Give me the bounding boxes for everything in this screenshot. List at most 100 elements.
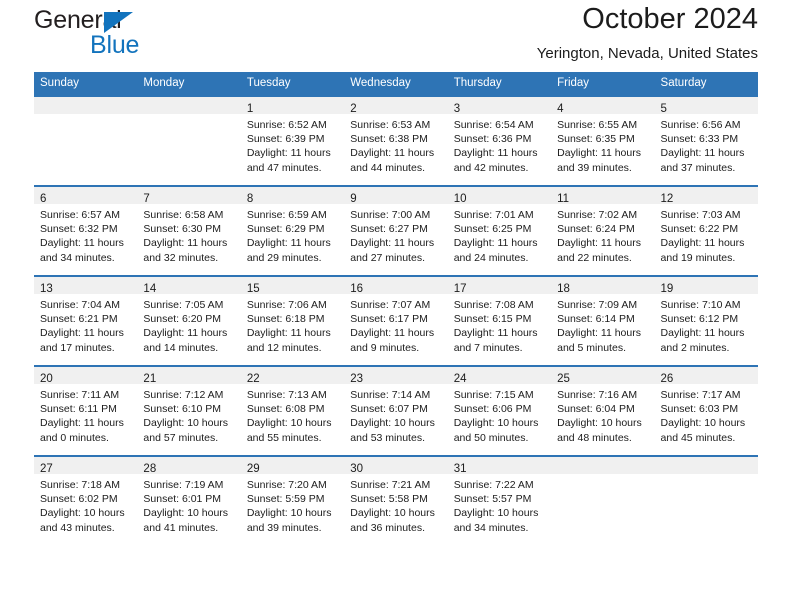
calendar-day-cell[interactable]: 1 Sunrise: 6:52 AM Sunset: 6:39 PM Daylight… xyxy=(240,95,345,186)
sunrise-text: Sunrise: 7:10 AM xyxy=(660,299,741,311)
calendar-day-cell[interactable]: 27 Sunrise: 7:18 AM Sunset: 6:02 PM Dayligh… xyxy=(34,455,138,545)
day-number: 23 xyxy=(350,373,364,385)
weekday-header-friday: Friday xyxy=(551,72,655,96)
sunrise-text: Sunrise: 6:57 AM xyxy=(40,209,120,221)
calendar-day-cell[interactable]: 14 Sunrise: 7:05 AM Sunset: 6:20 PM Dayligh… xyxy=(137,275,241,366)
calendar-day-cell[interactable]: 29 Sunrise: 7:20 AM Sunset: 5:59 PM Dayligh… xyxy=(240,455,345,545)
general-blue-logo[interactable]: General Blue xyxy=(34,8,214,60)
sunrise-text: Sunrise: 7:19 AM xyxy=(143,479,224,491)
day-number: 22 xyxy=(246,373,260,385)
calendar-day-cell[interactable]: 28 Sunrise: 7:19 AM Sunset: 6:01 PM Dayligh… xyxy=(137,455,241,545)
daylight-text: Daylight: 10 hours and 45 minutes. xyxy=(660,417,746,444)
sunrise-text: Sunrise: 7:03 AM xyxy=(660,209,741,221)
calendar-week-row: 13 Sunrise: 7:04 AM Sunset: 6:21 PM Dayligh… xyxy=(34,275,758,366)
sunset-text: Sunset: 6:04 PM xyxy=(557,403,635,416)
day-details: Sunrise: 7:09 AM Sunset: 6:14 PM Daylight:… xyxy=(551,294,654,355)
day-number: 19 xyxy=(660,283,674,295)
sunrise-text: Sunrise: 6:56 AM xyxy=(660,119,741,131)
calendar-day-cell[interactable]: 17 Sunrise: 7:08 AM Sunset: 6:15 PM Dayligh… xyxy=(447,275,552,366)
calendar-day-cell[interactable]: 8 Sunrise: 6:59 AM Sunset: 6:29 PM Daylight… xyxy=(240,185,345,276)
daylight-text: Daylight: 11 hours and 47 minutes. xyxy=(246,147,331,174)
daylight-text: Daylight: 11 hours and 17 minutes. xyxy=(40,327,124,354)
calendar-day-cell[interactable]: 30 Sunrise: 7:21 AM Sunset: 5:58 PM Dayligh… xyxy=(344,455,448,545)
page-header: General Blue October 2024 Yerington, Nev… xyxy=(34,0,758,72)
calendar-day-cell-empty xyxy=(34,95,138,186)
day-number: 10 xyxy=(453,193,467,205)
sunset-text: Sunset: 6:39 PM xyxy=(246,133,325,146)
weekday-header-tuesday: Tuesday xyxy=(240,72,345,96)
day-number-band: 11 xyxy=(551,187,655,205)
calendar-day-cell[interactable]: 23 Sunrise: 7:14 AM Sunset: 6:07 PM Dayligh… xyxy=(344,365,448,456)
sunrise-text: Sunrise: 7:09 AM xyxy=(557,299,638,311)
day-details: Sunrise: 7:04 AM Sunset: 6:21 PM Daylight:… xyxy=(34,294,137,355)
sunset-text: Sunset: 6:30 PM xyxy=(143,223,222,236)
day-number-band: 1 xyxy=(240,97,345,115)
day-details: Sunrise: 7:15 AM Sunset: 6:06 PM Daylight:… xyxy=(448,384,551,445)
day-number: 11 xyxy=(557,193,570,205)
sunset-text: Sunset: 5:58 PM xyxy=(350,493,428,506)
sunrise-text: Sunrise: 7:08 AM xyxy=(453,299,534,311)
calendar-week-row: 20 Sunrise: 7:11 AM Sunset: 6:11 PM Dayligh… xyxy=(34,365,758,456)
day-number-band: 2 xyxy=(344,97,448,115)
page-title: October 2024 xyxy=(582,3,758,35)
calendar-day-cell[interactable]: 16 Sunrise: 7:07 AM Sunset: 6:17 PM Dayligh… xyxy=(344,275,448,366)
sunrise-text: Sunrise: 6:58 AM xyxy=(143,209,224,221)
calendar-day-cell[interactable]: 10 Sunrise: 7:01 AM Sunset: 6:25 PM Dayligh… xyxy=(447,185,552,276)
calendar-day-cell[interactable]: 15 Sunrise: 7:06 AM Sunset: 6:18 PM Dayligh… xyxy=(240,275,345,366)
calendar-day-cell[interactable]: 22 Sunrise: 7:13 AM Sunset: 6:08 PM Dayligh… xyxy=(240,365,345,456)
calendar-day-cell[interactable]: 19 Sunrise: 7:10 AM Sunset: 6:12 PM Dayligh… xyxy=(654,275,758,366)
sunrise-text: Sunrise: 7:04 AM xyxy=(40,299,120,311)
day-number-band: 19 xyxy=(654,277,758,295)
day-number-band: 16 xyxy=(344,277,448,295)
day-details: Sunrise: 6:57 AM Sunset: 6:32 PM Daylight:… xyxy=(34,204,137,265)
day-details: Sunrise: 7:16 AM Sunset: 6:04 PM Daylight:… xyxy=(551,384,654,445)
calendar-day-cell[interactable]: 31 Sunrise: 7:22 AM Sunset: 5:57 PM Dayligh… xyxy=(447,455,552,545)
calendar-day-cell[interactable]: 4 Sunrise: 6:55 AM Sunset: 6:35 PM Daylight… xyxy=(551,95,655,186)
calendar-day-cell[interactable]: 6 Sunrise: 6:57 AM Sunset: 6:32 PM Daylight… xyxy=(34,185,138,276)
calendar-day-cell[interactable]: 12 Sunrise: 7:03 AM Sunset: 6:22 PM Dayligh… xyxy=(654,185,758,276)
sunrise-text: Sunrise: 6:53 AM xyxy=(350,119,431,131)
sunset-text: Sunset: 6:21 PM xyxy=(40,313,118,326)
day-number: 5 xyxy=(660,103,667,115)
daylight-text: Daylight: 11 hours and 32 minutes. xyxy=(143,237,228,264)
daylight-text: Daylight: 11 hours and 24 minutes. xyxy=(453,237,538,264)
sunrise-text: Sunrise: 7:01 AM xyxy=(453,209,534,221)
calendar-day-cell[interactable]: 25 Sunrise: 7:16 AM Sunset: 6:04 PM Dayligh… xyxy=(551,365,655,456)
calendar-day-cell[interactable]: 26 Sunrise: 7:17 AM Sunset: 6:03 PM Dayligh… xyxy=(654,365,758,456)
sunset-text: Sunset: 6:07 PM xyxy=(350,403,428,416)
sunrise-text: Sunrise: 7:20 AM xyxy=(246,479,327,491)
calendar-day-cell[interactable]: 7 Sunrise: 6:58 AM Sunset: 6:30 PM Daylight… xyxy=(137,185,241,276)
calendar-day-cell[interactable]: 11 Sunrise: 7:02 AM Sunset: 6:24 PM Dayligh… xyxy=(551,185,655,276)
sunset-text: Sunset: 6:17 PM xyxy=(350,313,428,326)
calendar-day-cell[interactable]: 24 Sunrise: 7:15 AM Sunset: 6:06 PM Dayligh… xyxy=(447,365,552,456)
sunset-text: Sunset: 6:29 PM xyxy=(246,223,325,236)
day-number: 31 xyxy=(453,463,467,475)
day-number: 16 xyxy=(350,283,364,295)
calendar-day-cell[interactable]: 20 Sunrise: 7:11 AM Sunset: 6:11 PM Dayligh… xyxy=(34,365,138,456)
calendar-day-cell[interactable]: 9 Sunrise: 7:00 AM Sunset: 6:27 PM Daylight… xyxy=(344,185,448,276)
calendar-day-cell[interactable]: 2 Sunrise: 6:53 AM Sunset: 6:38 PM Daylight… xyxy=(344,95,448,186)
sunset-text: Sunset: 6:03 PM xyxy=(660,403,739,416)
day-number: 21 xyxy=(143,373,157,385)
sunrise-text: Sunrise: 7:06 AM xyxy=(246,299,327,311)
calendar-day-cell[interactable]: 3 Sunrise: 6:54 AM Sunset: 6:36 PM Daylight… xyxy=(447,95,552,186)
day-details: Sunrise: 6:53 AM Sunset: 6:38 PM Daylight:… xyxy=(344,114,447,175)
daylight-text: Daylight: 11 hours and 27 minutes. xyxy=(350,237,435,264)
calendar-day-cell[interactable]: 5 Sunrise: 6:56 AM Sunset: 6:33 PM Daylight… xyxy=(654,95,758,186)
calendar-day-cell[interactable]: 13 Sunrise: 7:04 AM Sunset: 6:21 PM Dayligh… xyxy=(34,275,138,366)
sunrise-text: Sunrise: 7:00 AM xyxy=(350,209,431,221)
sunset-text: Sunset: 6:15 PM xyxy=(453,313,532,326)
sunrise-text: Sunrise: 7:15 AM xyxy=(453,389,534,401)
sunset-text: Sunset: 6:36 PM xyxy=(453,133,532,146)
calendar-day-cell[interactable]: 21 Sunrise: 7:12 AM Sunset: 6:10 PM Dayligh… xyxy=(137,365,241,456)
sunrise-text: Sunrise: 6:59 AM xyxy=(246,209,327,221)
day-number: 25 xyxy=(557,373,570,385)
day-number: 20 xyxy=(40,373,53,385)
weekday-header-thursday: Thursday xyxy=(447,72,552,96)
day-details: Sunrise: 7:21 AM Sunset: 5:58 PM Daylight:… xyxy=(344,474,447,535)
calendar-day-cell[interactable]: 18 Sunrise: 7:09 AM Sunset: 6:14 PM Dayligh… xyxy=(551,275,655,366)
day-number-band: 14 xyxy=(137,277,241,295)
day-details: Sunrise: 7:12 AM Sunset: 6:10 PM Daylight:… xyxy=(137,384,240,445)
sunset-text: Sunset: 6:24 PM xyxy=(557,223,635,236)
daylight-text: Daylight: 11 hours and 0 minutes. xyxy=(40,417,124,444)
